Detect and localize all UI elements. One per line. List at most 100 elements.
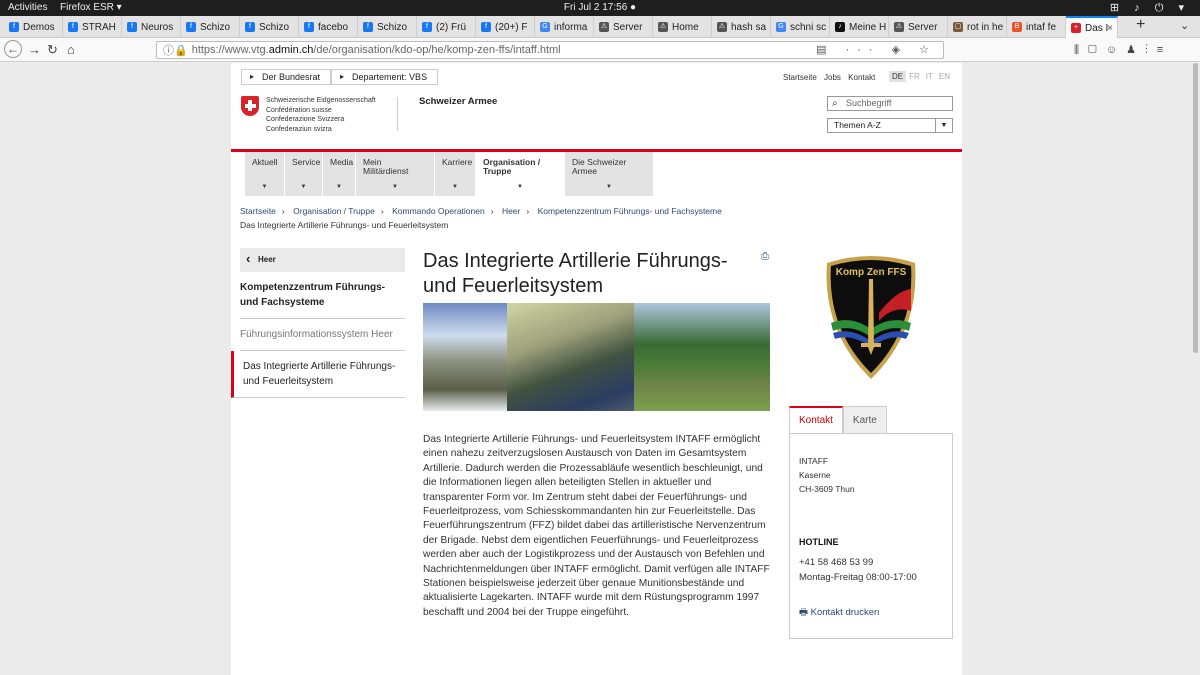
browser-tab[interactable]: Gschni sc (771, 16, 830, 38)
menu-service[interactable]: Service ▼ (285, 152, 323, 196)
main-menu: Aktuell ▼ Service ▼ Media ▼ Mein Militärdie… (245, 152, 654, 196)
tab-favicon-icon: ♪ (835, 22, 845, 32)
utility-nav: Startseite Jobs Kontakt (783, 73, 875, 82)
utility-link-startseite[interactable]: Startseite (783, 73, 817, 82)
back-button[interactable]: ← (4, 40, 22, 58)
crumb-kompetenzzentrum[interactable]: Kompetenzzentrum Führungs- und Fachsyste… (538, 206, 722, 216)
toolbar-icons[interactable]: ⫼▢☺♟⋮≡ (1074, 43, 1172, 57)
site-unit-title[interactable]: Schweizer Armee (419, 96, 497, 107)
tab-favicon-icon: + (1071, 23, 1081, 33)
tab-karte[interactable]: Karte (842, 406, 887, 434)
system-tray[interactable]: ⊞ ♪ ⏻ ▾ (1110, 1, 1190, 15)
tab-favicon-icon: ⚠ (717, 22, 727, 32)
browser-tab[interactable]: f STRAH (63, 16, 122, 38)
tab-favicon-icon: B (1012, 22, 1022, 32)
search-icon: ⌕ (832, 98, 838, 109)
tab-label: Schizo (377, 21, 408, 33)
browser-tab[interactable]: ⚠ Home (653, 16, 712, 38)
reload-button[interactable]: ↻ (47, 42, 58, 58)
home-button[interactable]: ⌂ (67, 42, 75, 57)
tab-favicon-icon: f (422, 22, 432, 32)
tab-favicon-icon: G (540, 22, 550, 32)
page-scrollbar[interactable] (1193, 63, 1198, 353)
menu-media[interactable]: Media ▼ (323, 152, 356, 196)
crumb-kommando[interactable]: Kommando Operationen (392, 206, 485, 216)
tab-label: hash sa (731, 21, 767, 33)
browser-tab[interactable]: f Demos (4, 16, 63, 38)
lang-fr[interactable]: FR (906, 71, 923, 82)
browser-tab[interactable]: f Neuros (122, 16, 181, 38)
tab-label: intaf fe (1026, 21, 1057, 33)
subnav-item-fis-heer[interactable]: Führungsinformationssystem Heer (240, 319, 405, 351)
url-actions-icon[interactable]: ▤ ··· ◈ ☆ (816, 43, 937, 56)
menu-label: Aktuell (252, 157, 278, 167)
browser-tab[interactable]: f Schizo (358, 16, 417, 38)
browser-tab[interactable]: f facebo (299, 16, 358, 38)
lang-it[interactable]: IT (923, 71, 936, 82)
browser-tab[interactable]: ▢ rot in he (948, 16, 1007, 38)
print-contact-link[interactable]: 🖶 Kontakt drucken (799, 605, 879, 621)
subnav-back-heer[interactable]: Heer (240, 247, 405, 272)
tab-label: Demos (23, 21, 55, 33)
breadcrumb: Startseite › Organisation / Truppe › Komma… (240, 206, 722, 216)
menu-label: Karriere (442, 157, 473, 167)
sub-navigation: Heer Kompetenzzentrum Führungs- und Fach… (231, 247, 405, 398)
menu-mein-militaerdienst[interactable]: Mein Militärdienst ▼ (356, 152, 435, 196)
tab-kontakt[interactable]: Kontakt (789, 406, 843, 434)
tab-label: Neuros (141, 21, 174, 33)
browser-tab[interactable]: ⚠ hash sa (712, 16, 771, 38)
menu-organisation-truppe[interactable]: Organisation / Truppe ▼ (476, 152, 565, 196)
utility-link-jobs[interactable]: Jobs (824, 73, 841, 82)
chevron-down-icon: ▼ (606, 184, 612, 190)
new-tab-button[interactable]: + (1136, 16, 1145, 34)
subnav-item-kompetenzzentrum[interactable]: Kompetenzzentrum Führungs- und Fachsyste… (240, 272, 405, 319)
menu-die-schweizer-armee[interactable]: Die Schweizer Armee ▼ (565, 152, 654, 196)
federal-crumb-vbs[interactable]: Departement: VBS (331, 69, 439, 85)
menu-karriere[interactable]: Karriere ▼ (435, 152, 476, 196)
dropdown-arrow-icon[interactable]: ▼ (935, 119, 952, 132)
lang-en[interactable]: EN (936, 71, 953, 82)
search-input[interactable]: ⌕ Suchbegriff (827, 96, 953, 111)
browser-tab[interactable]: Bintaf fe (1007, 16, 1066, 38)
tab-label: Meine H (849, 21, 887, 33)
print-icon[interactable]: ⎙ (761, 251, 769, 262)
close-tab-icon[interactable]: × (1107, 23, 1113, 34)
federal-crumb-bundesrat[interactable]: Der Bundesrat (241, 69, 332, 85)
clock[interactable]: Fri Jul 2 17:56 ● (0, 2, 1200, 13)
search-placeholder: Suchbegriff (846, 98, 892, 108)
swiss-cross-logo[interactable] (241, 96, 259, 116)
office-hours: Montag-Freitag 08:00-17:00 (799, 571, 917, 583)
lang-de[interactable]: DE (889, 71, 907, 82)
tab-label: (2) Frü (436, 21, 466, 33)
chevron-down-icon: ▼ (517, 184, 523, 190)
browser-tab[interactable]: ⚠ Server (594, 16, 653, 38)
system-top-bar: Activities Firefox ESR ▾ Fri Jul 2 17:56… (0, 0, 1200, 16)
tab-label: Schizo (200, 21, 231, 33)
browser-tab[interactable]: ⚠ Server (889, 16, 948, 38)
tab-list-chevron-icon[interactable]: ⌄ (1180, 19, 1189, 32)
crumb-separator-icon: › (380, 206, 384, 216)
browser-tab[interactable]: + Das I × (1066, 16, 1118, 38)
browser-tab[interactable]: f Schizo (181, 16, 240, 38)
contact-box: INTAFF Kaserne CH-3609 Thun HOTLINE +41 … (789, 433, 953, 639)
contact-tabs: Kontakt Karte (789, 406, 887, 434)
crumb-heer[interactable]: Heer (502, 206, 520, 216)
browser-tab[interactable]: ♪ Meine H (830, 16, 889, 38)
phone-number[interactable]: +41 58 468 53 99 (799, 556, 917, 571)
forward-button[interactable]: → (28, 42, 41, 57)
tab-label: Schizo (259, 21, 290, 33)
crumb-startseite[interactable]: Startseite (240, 206, 276, 216)
browser-tab[interactable]: Ginforma (535, 16, 594, 38)
browser-tab[interactable]: f Schizo (240, 16, 299, 38)
hotline-details: +41 58 468 53 99 Montag-Freitag 08:00-17… (799, 556, 917, 585)
themen-select[interactable]: Themen A-Z ▼ (827, 118, 953, 133)
body-text: Das Integrierte Artillerie Führungs- und… (423, 434, 770, 618)
url-bar[interactable]: ⓘ🔒 https://www.vtg. admin.ch/de/organisat… (156, 41, 944, 59)
crumb-organisation[interactable]: Organisation / Truppe (293, 206, 375, 216)
themen-label: Themen A-Z (834, 120, 881, 130)
browser-tab[interactable]: f (20+) F (476, 16, 535, 38)
browser-tab[interactable]: f (2) Frü (417, 16, 476, 38)
utility-link-kontakt[interactable]: Kontakt (848, 73, 875, 82)
menu-aktuell[interactable]: Aktuell ▼ (245, 152, 285, 196)
subnav-item-intaff[interactable]: Das Integrierte Artillerie Führungs- und… (231, 351, 405, 398)
